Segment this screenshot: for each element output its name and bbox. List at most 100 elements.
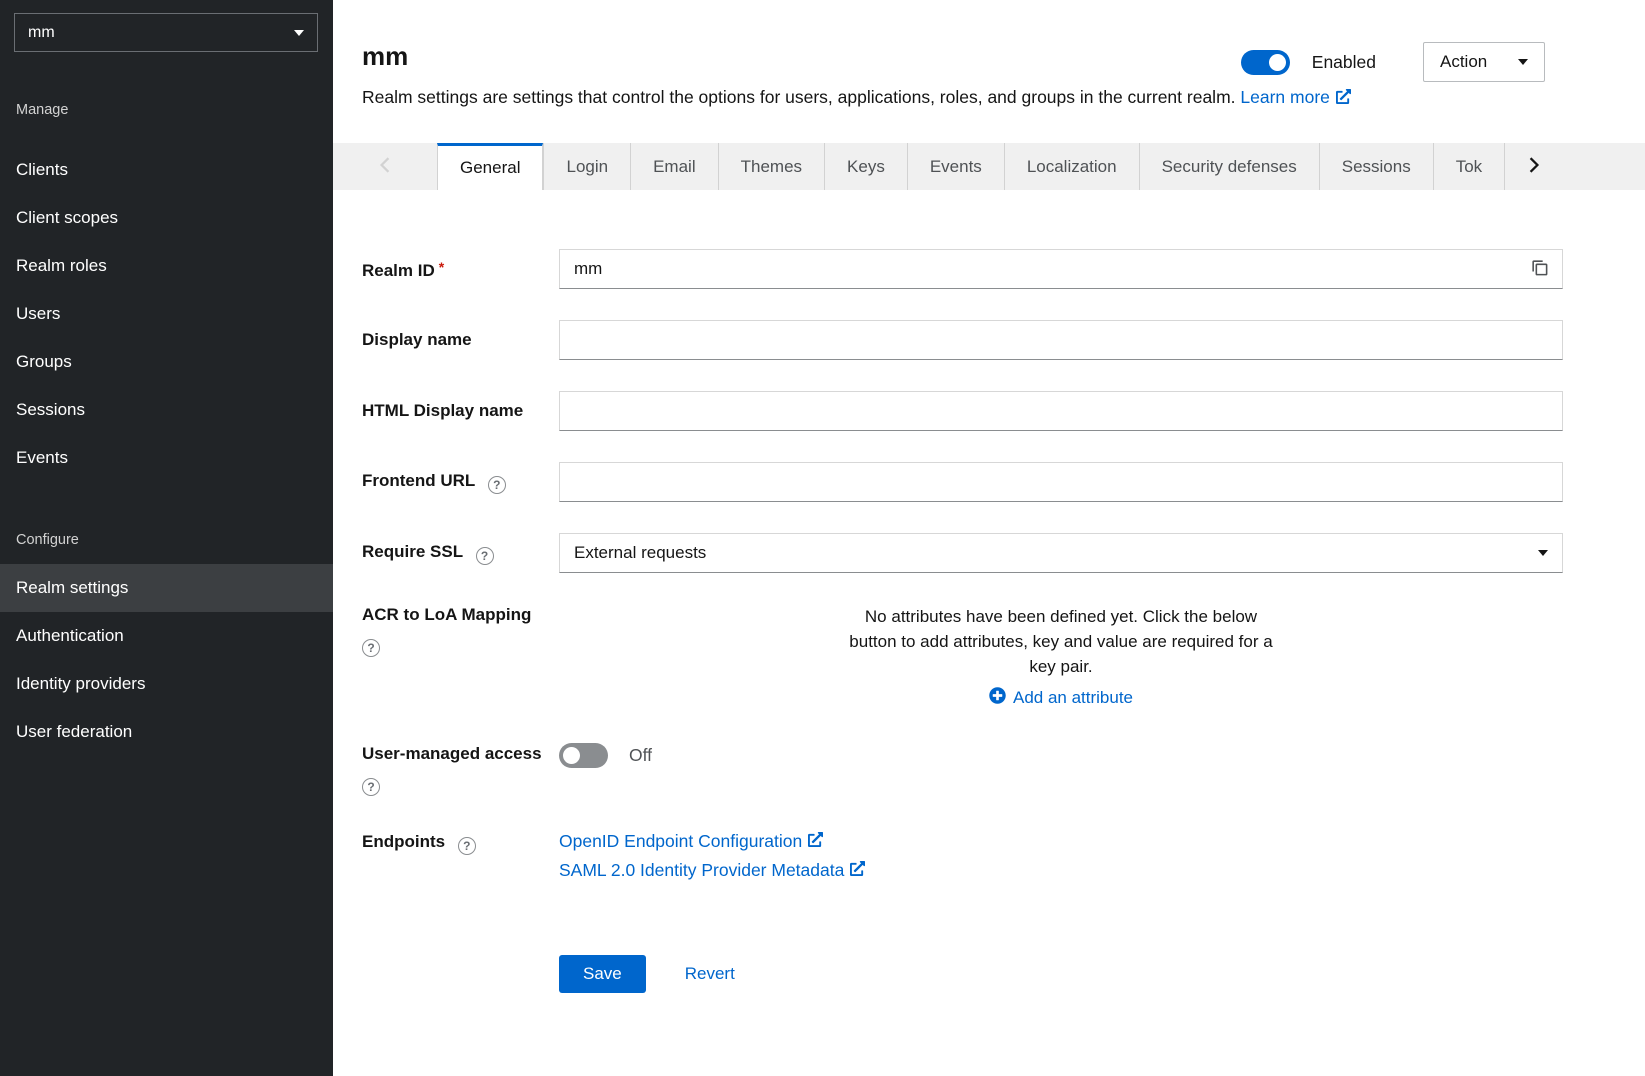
html-display-name-field	[559, 391, 1563, 431]
display-name-field	[559, 320, 1563, 360]
frontend-url-row: Frontend URL ?	[362, 462, 1563, 502]
sidebar-item-client-scopes[interactable]: Client scopes	[0, 194, 333, 242]
sidebar-item-users[interactable]: Users	[0, 290, 333, 338]
page-header: mm Realm settings are settings that cont…	[333, 0, 1645, 109]
sidebar-item-authentication[interactable]: Authentication	[0, 612, 333, 660]
learn-more-label: Learn more	[1240, 87, 1330, 107]
app-window: mm Manage Clients Client scopes Realm ro…	[0, 0, 1645, 1076]
help-icon[interactable]: ?	[362, 639, 380, 657]
require-ssl-label: Require SSL ?	[362, 541, 559, 565]
user-managed-access-toggle[interactable]	[559, 743, 608, 768]
add-attribute-label: Add an attribute	[1013, 688, 1133, 708]
sidebar-item-label: Realm settings	[16, 578, 128, 598]
tab-tokens-truncated[interactable]: Tok	[1433, 143, 1505, 190]
display-name-input[interactable]	[559, 320, 1563, 360]
tab-keys[interactable]: Keys	[824, 143, 907, 190]
external-link-icon	[808, 831, 823, 852]
tab-sessions[interactable]: Sessions	[1319, 143, 1433, 190]
require-ssl-select[interactable]: External requests	[559, 533, 1563, 573]
acr-to-loa-label: ACR to LoA Mapping ?	[362, 604, 559, 658]
acr-to-loa-field: No attributes have been defined yet. Cli…	[559, 604, 1563, 709]
sidebar-item-sessions[interactable]: Sessions	[0, 386, 333, 434]
tab-events[interactable]: Events	[907, 143, 1004, 190]
learn-more-link[interactable]: Learn more	[1240, 87, 1351, 107]
realm-enabled-toggle[interactable]	[1241, 50, 1290, 75]
tab-bar: General Login Email Themes Keys Events L…	[333, 143, 1645, 190]
openid-endpoint-link[interactable]: OpenID Endpoint Configuration	[559, 831, 1563, 852]
sidebar-item-label: Realm roles	[16, 256, 107, 276]
tab-list: General Login Email Themes Keys Events L…	[437, 143, 1509, 190]
tab-label: Login	[566, 157, 608, 177]
tab-scroll-left-button[interactable]	[333, 143, 437, 190]
realm-id-row: Realm ID*	[362, 249, 1563, 289]
action-dropdown-button[interactable]: Action	[1423, 42, 1545, 82]
html-display-name-row: HTML Display name	[362, 391, 1563, 431]
enabled-label: Enabled	[1312, 52, 1376, 73]
sidebar-item-events[interactable]: Events	[0, 434, 333, 482]
toggle-knob	[1269, 54, 1286, 71]
header-controls: Enabled Action	[1241, 42, 1545, 82]
revert-button[interactable]: Revert	[685, 964, 735, 984]
user-managed-access-label: User-managed access ?	[362, 743, 559, 797]
sidebar-item-label: User federation	[16, 722, 132, 742]
copy-button[interactable]	[1516, 250, 1562, 288]
sidebar-item-realm-settings[interactable]: Realm settings	[0, 564, 333, 612]
acr-to-loa-row: ACR to LoA Mapping ? No attributes have …	[362, 604, 1563, 709]
sidebar-item-realm-roles[interactable]: Realm roles	[0, 242, 333, 290]
sidebar-item-identity-providers[interactable]: Identity providers	[0, 660, 333, 708]
tab-themes[interactable]: Themes	[718, 143, 824, 190]
tab-security-defenses[interactable]: Security defenses	[1139, 143, 1319, 190]
sidebar-item-label: Clients	[16, 160, 68, 180]
saml-metadata-link[interactable]: SAML 2.0 Identity Provider Metadata	[559, 860, 1563, 881]
help-icon-wrap: ?	[362, 775, 559, 797]
tab-email[interactable]: Email	[630, 143, 718, 190]
tab-general[interactable]: General	[437, 143, 543, 190]
require-ssl-field: External requests	[559, 533, 1563, 573]
sidebar-section-manage: Manage Clients Client scopes Realm roles…	[0, 102, 333, 482]
angle-right-icon	[1528, 157, 1540, 176]
sidebar-item-groups[interactable]: Groups	[0, 338, 333, 386]
tab-localization[interactable]: Localization	[1004, 143, 1139, 190]
realm-id-input[interactable]	[559, 249, 1563, 289]
help-icon[interactable]: ?	[476, 547, 494, 565]
require-ssl-row: Require SSL ? External requests	[362, 533, 1563, 573]
realm-selector-dropdown[interactable]: mm	[14, 13, 318, 52]
label-text: Frontend URL	[362, 471, 475, 490]
label-text: User-managed access	[362, 744, 542, 763]
caret-down-icon	[1518, 59, 1528, 65]
caret-down-icon	[1538, 550, 1548, 556]
help-icon[interactable]: ?	[458, 837, 476, 855]
help-icon[interactable]: ?	[362, 778, 380, 796]
label-text: Endpoints	[362, 832, 445, 851]
display-name-label: Display name	[362, 329, 559, 351]
tab-label: Events	[930, 157, 982, 177]
page-description: Realm settings are settings that control…	[362, 86, 1545, 109]
tab-label: Localization	[1027, 157, 1117, 177]
external-link-icon	[850, 860, 865, 881]
toggle-state-label: Off	[629, 745, 652, 766]
help-icon[interactable]: ?	[488, 476, 506, 494]
general-settings-form: Realm ID* Display name HTML Display na	[333, 190, 1645, 1033]
tab-label: Email	[653, 157, 696, 177]
angle-left-icon	[379, 157, 391, 176]
sidebar: mm Manage Clients Client scopes Realm ro…	[0, 0, 333, 1076]
tab-label: Keys	[847, 157, 885, 177]
caret-down-icon	[294, 30, 304, 36]
select-value: External requests	[574, 543, 706, 563]
endpoints-row: Endpoints ? OpenID Endpoint Configuratio…	[362, 831, 1563, 881]
html-display-name-input[interactable]	[559, 391, 1563, 431]
frontend-url-input[interactable]	[559, 462, 1563, 502]
sidebar-item-clients[interactable]: Clients	[0, 146, 333, 194]
sidebar-section-label: Manage	[0, 102, 333, 118]
sidebar-item-user-federation[interactable]: User federation	[0, 708, 333, 756]
endpoint-link-label: OpenID Endpoint Configuration	[559, 831, 802, 852]
tab-login[interactable]: Login	[543, 143, 630, 190]
plus-circle-icon	[989, 687, 1006, 709]
frontend-url-field	[559, 462, 1563, 502]
action-label: Action	[1440, 52, 1487, 72]
add-attribute-link[interactable]: Add an attribute	[989, 687, 1133, 709]
realm-id-field	[559, 249, 1563, 289]
save-button[interactable]: Save	[559, 955, 646, 993]
form-actions: Save Revert	[362, 955, 1563, 993]
tab-scroll-right-button[interactable]	[1509, 143, 1559, 190]
